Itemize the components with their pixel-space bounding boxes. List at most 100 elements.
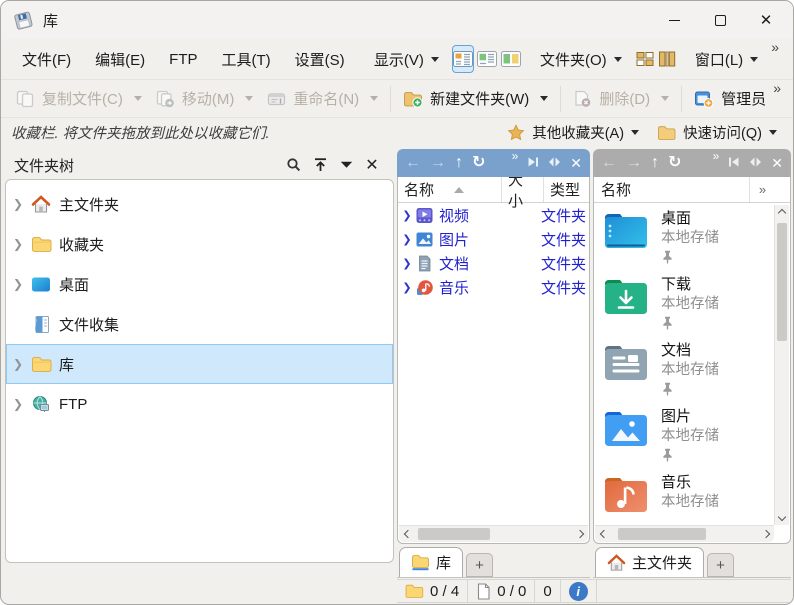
scrollbar-thumb[interactable]: [418, 528, 490, 540]
columns-overflow[interactable]: »: [749, 177, 775, 202]
swap-panes-button[interactable]: [749, 155, 762, 172]
minimize-button[interactable]: [651, 1, 697, 39]
vertical-scrollbar[interactable]: [774, 205, 789, 525]
copy-icon: [16, 90, 35, 108]
scrollbar-thumb[interactable]: [777, 223, 787, 341]
tree-search-button[interactable]: [281, 157, 307, 173]
file-row-documents[interactable]: ❯ 文档 文件夹: [398, 251, 589, 275]
split-vertical-button[interactable]: [657, 45, 677, 73]
pane-overflow-button[interactable]: »: [713, 149, 720, 163]
horizontal-scrollbar[interactable]: [595, 525, 774, 542]
tree-collapse-all-button[interactable]: [307, 157, 333, 173]
tree-item-file-collection[interactable]: 文件收集: [6, 304, 393, 344]
file-row-pictures[interactable]: ❯ 图片 文件夹: [398, 227, 589, 251]
column-name[interactable]: 名称: [398, 177, 502, 202]
quick-access-button[interactable]: 快速访问(Q): [651, 119, 783, 146]
place-row-pictures[interactable]: 图片 本地存储: [594, 401, 774, 467]
split-horizontal-button[interactable]: [635, 45, 655, 73]
menu-ftp[interactable]: FTP: [158, 45, 208, 74]
column-size[interactable]: 大小: [502, 177, 544, 202]
new-tab-button[interactable]: +: [707, 553, 734, 577]
admin-button[interactable]: 管理员: [687, 83, 773, 114]
back-button[interactable]: ←: [601, 155, 617, 171]
close-icon: ✕: [760, 13, 773, 28]
view-details-tree-button[interactable]: [452, 45, 474, 73]
place-row-downloads[interactable]: 下载 本地存储: [594, 269, 774, 335]
horizontal-scrollbar[interactable]: [399, 525, 588, 542]
move-button[interactable]: 移动(M): [149, 83, 261, 114]
status-info-button[interactable]: i: [561, 580, 597, 603]
expander-icon[interactable]: ❯: [13, 237, 30, 251]
menu-edit[interactable]: 编辑(E): [84, 43, 156, 76]
open-right-pane-button[interactable]: [527, 155, 539, 172]
scroll-left-arrow[interactable]: [595, 526, 612, 542]
expander-icon[interactable]: ❯: [398, 281, 416, 294]
forward-button[interactable]: →: [430, 155, 446, 171]
expander-icon[interactable]: ❯: [13, 357, 30, 371]
place-row-desktop[interactable]: 桌面 本地存储: [594, 203, 774, 269]
refresh-button[interactable]: ↻: [472, 155, 485, 171]
pin-icon[interactable]: [661, 382, 674, 396]
menubar-overflow-button[interactable]: »: [771, 39, 783, 65]
place-row-documents[interactable]: 文档 本地存储: [594, 335, 774, 401]
column-name[interactable]: 名称: [594, 179, 749, 200]
pin-icon[interactable]: [661, 250, 674, 264]
other-favorites-button[interactable]: 其他收藏夹(A): [501, 119, 645, 146]
back-button[interactable]: ←: [405, 155, 421, 171]
column-type[interactable]: 类型: [544, 177, 589, 202]
tree-item-favorites[interactable]: ❯ 收藏夹: [6, 224, 393, 264]
new-tab-button[interactable]: +: [466, 553, 493, 577]
menu-folders[interactable]: 文件夹(O): [529, 43, 633, 76]
scroll-right-arrow[interactable]: [571, 526, 588, 542]
menu-file[interactable]: 文件(F): [11, 43, 82, 76]
place-row-music[interactable]: 音乐 本地存储: [594, 467, 774, 526]
pin-icon[interactable]: [661, 448, 674, 462]
new-folder-button[interactable]: 新建文件夹(W): [396, 83, 555, 114]
view-single-panel-button[interactable]: [476, 45, 498, 73]
maximize-button[interactable]: [697, 1, 743, 39]
tree-item-ftp[interactable]: ❯ FTP: [6, 384, 393, 424]
close-pane-button[interactable]: ✕: [771, 156, 783, 170]
tree-close-button[interactable]: ✕: [359, 155, 385, 175]
home-icon: [30, 194, 52, 214]
file-row-videos[interactable]: ❯ 视频 文件夹: [398, 203, 589, 227]
expander-icon[interactable]: ❯: [398, 233, 416, 246]
menu-window[interactable]: 窗口(L): [684, 43, 769, 76]
up-button[interactable]: ↑: [455, 155, 463, 171]
rename-button[interactable]: 重命名(N): [260, 83, 385, 114]
file-row-music[interactable]: ❯ 音乐 文件夹: [398, 275, 589, 299]
tree-item-desktop[interactable]: ❯ 桌面: [6, 264, 393, 304]
menu-settings[interactable]: 设置(S): [284, 43, 356, 76]
scrollbar-thumb[interactable]: [618, 528, 706, 540]
pane-overflow-button[interactable]: »: [512, 149, 519, 163]
expander-icon[interactable]: ❯: [13, 397, 30, 411]
copy-button[interactable]: 复制文件(C): [9, 83, 149, 114]
scroll-left-arrow[interactable]: [399, 526, 416, 542]
tree-menu-button[interactable]: [333, 161, 359, 169]
scroll-down-arrow[interactable]: [775, 509, 789, 525]
scroll-up-arrow[interactable]: [775, 205, 789, 221]
toolbar-overflow-button[interactable]: »: [773, 80, 785, 106]
tab-library[interactable]: 库: [399, 547, 463, 577]
tab-home[interactable]: 主文件夹: [595, 547, 704, 577]
close-button[interactable]: ✕: [743, 1, 789, 39]
menu-tools[interactable]: 工具(T): [211, 43, 282, 76]
swap-panes-button[interactable]: [548, 155, 561, 172]
expander-icon[interactable]: ❯: [13, 277, 30, 291]
refresh-button[interactable]: ↻: [668, 155, 681, 171]
view-dual-panel-button[interactable]: [500, 45, 522, 73]
chevron-down-icon: [614, 57, 622, 62]
expander-icon[interactable]: ❯: [398, 257, 416, 270]
expander-icon[interactable]: ❯: [13, 197, 30, 211]
tree-item-library[interactable]: ❯ 库: [6, 344, 393, 384]
up-button[interactable]: ↑: [651, 155, 659, 171]
close-pane-button[interactable]: ✕: [570, 156, 582, 170]
tree-item-home[interactable]: ❯ 主文件夹: [6, 184, 393, 224]
expander-icon[interactable]: ❯: [398, 209, 416, 222]
forward-button[interactable]: →: [626, 155, 642, 171]
menu-view[interactable]: 显示(V): [363, 43, 450, 76]
scroll-right-arrow[interactable]: [757, 526, 774, 542]
open-left-pane-button[interactable]: [728, 155, 740, 172]
pin-icon[interactable]: [661, 316, 674, 330]
delete-button[interactable]: 删除(D): [566, 83, 676, 114]
